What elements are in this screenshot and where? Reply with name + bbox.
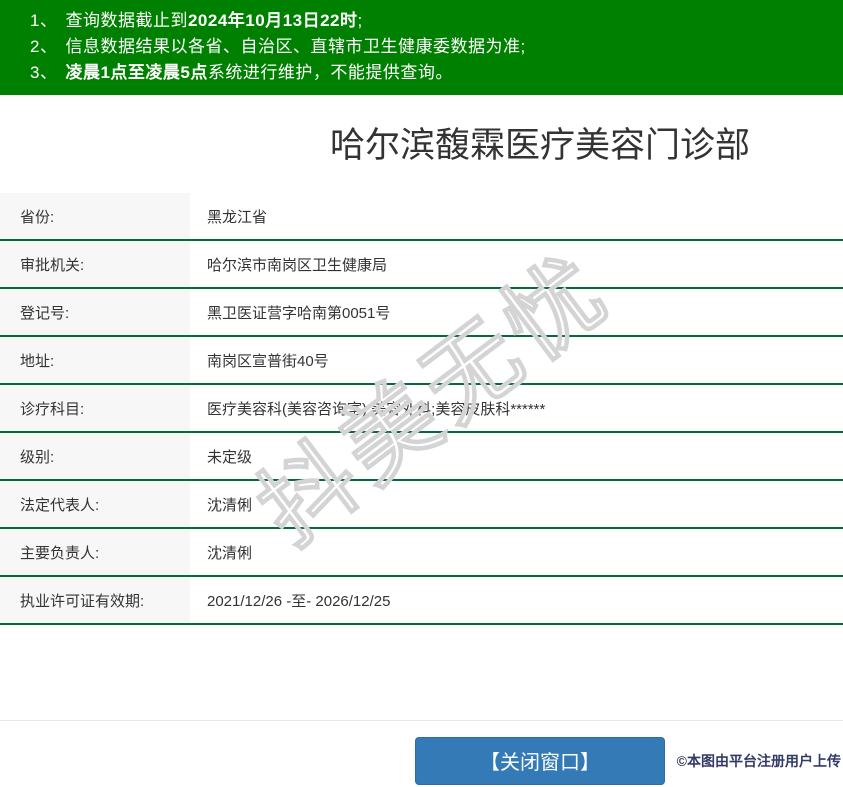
row-value: 2021/12/26 -至- 2026/12/25 [207,592,391,610]
row-label: 登记号: [0,289,190,335]
institution-info-table: 省份: 黑龙江省 审批机关: 哈尔滨市南岗区卫生健康局 登记号: 黑卫医证营字哈… [0,193,843,625]
row-value: 黑龙江省 [207,208,268,226]
notice-number: 2、 [30,37,58,56]
table-row-province: 省份: 黑龙江省 [0,193,843,241]
row-value: 哈尔滨市南岗区卫生健康局 [207,256,388,274]
row-label: 主要负责人: [0,529,190,575]
notice-number: 3、 [30,63,58,82]
row-label: 诊疗科目: [0,385,190,431]
notice-header: 1、 查询数据截止到2024年10月13日22时; 2、 信息数据结果以各省、自治区… [0,0,843,95]
notice-text-bold: 2024年10月13日22时 [187,11,358,30]
footer-divider [0,720,843,721]
notice-line-2: 2、 信息数据结果以各省、自治区、直辖市卫生健康委数据为准; [30,34,843,60]
table-row-level: 级别: 未定级 [0,433,843,481]
close-window-button[interactable]: 【关闭窗口】 [415,737,665,785]
row-label: 省份: [0,193,190,239]
row-label: 级别: [0,433,190,479]
notice-text: 信息数据结果以各省、自治区、直辖市卫生健康委数据为准; [65,37,526,56]
row-label: 执业许可证有效期: [0,577,190,623]
row-label: 法定代表人: [0,481,190,527]
notice-text: ; [357,11,363,30]
row-value: 未定级 [207,448,253,466]
row-value: 沈清俐 [207,496,253,514]
table-row-legal-representative: 法定代表人: 沈清俐 [0,481,843,529]
row-value: 黑卫医证营字哈南第0051号 [207,304,391,322]
table-row-license-validity: 执业许可证有效期: 2021/12/26 -至- 2026/12/25 [0,577,843,625]
notice-line-1: 1、 查询数据截止到2024年10月13日22时; [30,8,843,34]
table-row-address: 地址: 南岗区宣普街40号 [0,337,843,385]
table-row-medical-subjects: 诊疗科目: 医疗美容科(美容咨询室);美容外科;美容皮肤科****** [0,385,843,433]
table-row-person-in-charge: 主要负责人: 沈清俐 [0,529,843,577]
page-container: 1、 查询数据截止到2024年10月13日22时; 2、 信息数据结果以各省、自治区… [0,0,843,785]
row-value: 南岗区宣普街40号 [207,352,329,370]
row-value: 沈清俐 [207,544,253,562]
notice-text: 查询数据截止到 [65,11,188,30]
copyright-stamp: ©本图由平台注册用户上传 [676,753,841,769]
notice-line-3: 3、 凌晨1点至凌晨5点系统进行维护，不能提供查询。 [30,60,843,86]
table-row-approval-authority: 审批机关: 哈尔滨市南岗区卫生健康局 [0,241,843,289]
notice-text: 系统进行维护，不能提供查询。 [207,63,453,82]
row-value: 医疗美容科(美容咨询室);美容外科;美容皮肤科****** [207,400,546,418]
table-row-registration-number: 登记号: 黑卫医证营字哈南第0051号 [0,289,843,337]
row-label: 地址: [0,337,190,383]
notice-text-bold: 凌晨1点至凌晨5点 [65,63,208,82]
page-title: 哈尔滨馥霖医疗美容门诊部 [329,126,750,165]
row-label: 审批机关: [0,241,190,287]
notice-number: 1、 [30,11,58,30]
